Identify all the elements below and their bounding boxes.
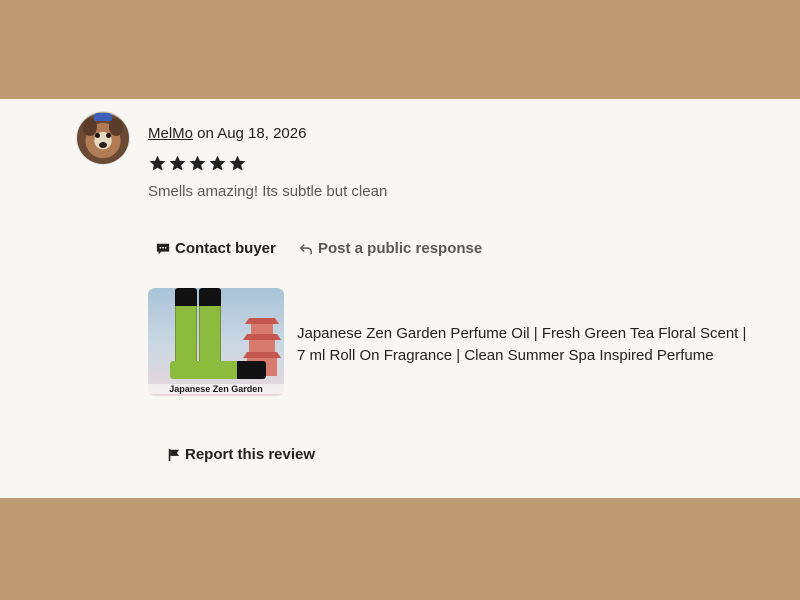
- post-public-response-label: Post a public response: [318, 240, 483, 257]
- post-public-response-button[interactable]: Post a public response: [299, 240, 482, 257]
- star-icon: [229, 155, 246, 171]
- review-date: on Aug 18, 2026: [193, 125, 307, 142]
- avatar-ear: [109, 118, 123, 136]
- perfume-bottle: [175, 288, 197, 370]
- avatar-nose: [99, 142, 107, 148]
- product-title-link[interactable]: Japanese Zen Garden Perfume Oil | Fresh …: [297, 323, 757, 367]
- star-icon: [209, 155, 226, 171]
- product-image-label: Japanese Zen Garden: [148, 384, 284, 394]
- avatar-hat: [94, 113, 112, 121]
- reply-arrow-icon: [299, 243, 312, 254]
- reviewer-name-link[interactable]: MelMo: [148, 125, 193, 142]
- chat-bubble-icon: [156, 243, 170, 254]
- avatar-eye: [106, 133, 111, 138]
- report-review-button[interactable]: Report this review: [167, 446, 315, 463]
- contact-buyer-label: Contact buyer: [175, 240, 276, 257]
- contact-buyer-button[interactable]: Contact buyer: [156, 240, 276, 257]
- product-image[interactable]: Japanese Zen Garden: [148, 288, 284, 396]
- review-card: [0, 99, 800, 498]
- flag-icon: [168, 448, 180, 461]
- star-rating: [148, 154, 247, 178]
- star-icon: [169, 155, 186, 171]
- star-icon: [149, 155, 166, 171]
- perfume-bottle: [170, 361, 266, 379]
- review-text: Smells amazing! Its subtle but clean: [148, 183, 388, 200]
- avatar[interactable]: [77, 112, 129, 164]
- report-review-label: Report this review: [185, 446, 316, 463]
- review-meta: MelMo on Aug 18, 2026: [148, 125, 306, 142]
- avatar-eye: [95, 133, 100, 138]
- perfume-bottle: [199, 288, 221, 370]
- star-icon: [189, 155, 206, 171]
